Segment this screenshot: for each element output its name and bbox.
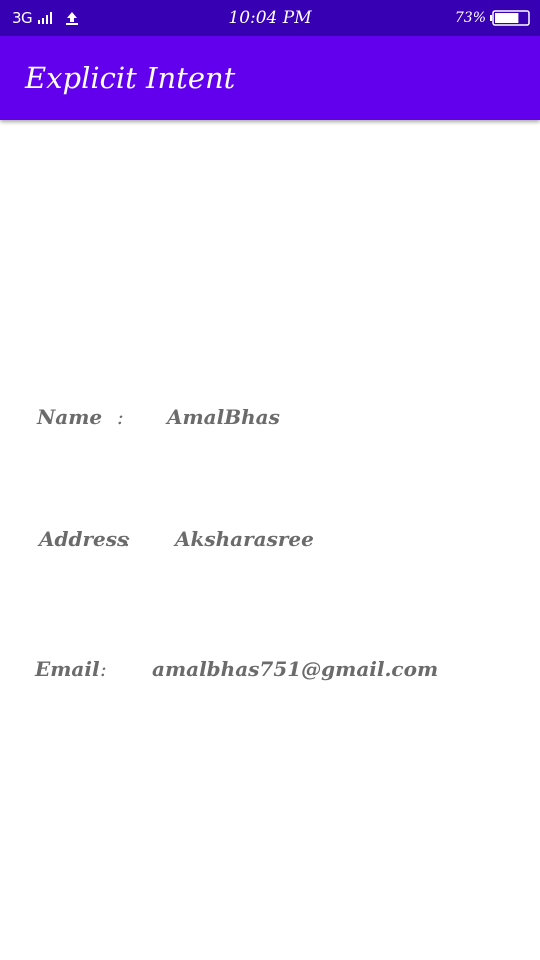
- address-label: Address: [39, 527, 129, 551]
- status-bar: 3G 10:04 PM 73%: [0, 0, 540, 36]
- name-separator: :: [117, 405, 124, 429]
- name-value: AmalBhas: [167, 405, 280, 429]
- address-separator: :: [124, 527, 131, 551]
- battery-icon: [490, 10, 530, 26]
- email-value: amalbhas751@gmail.com: [152, 657, 439, 681]
- email-label: Email: [35, 657, 100, 681]
- details-panel: Name : AmalBhas Address : Aksharasree Em…: [0, 120, 540, 960]
- email-separator: :: [100, 657, 107, 681]
- name-label: Name: [37, 405, 103, 429]
- battery-percent: 73%: [454, 10, 486, 26]
- battery-fill: [495, 13, 519, 23]
- app-bar: Explicit Intent: [0, 36, 540, 120]
- address-value: Aksharasree: [175, 527, 314, 551]
- app-title: Explicit Intent: [25, 61, 236, 95]
- status-right-group: 73%: [455, 0, 530, 36]
